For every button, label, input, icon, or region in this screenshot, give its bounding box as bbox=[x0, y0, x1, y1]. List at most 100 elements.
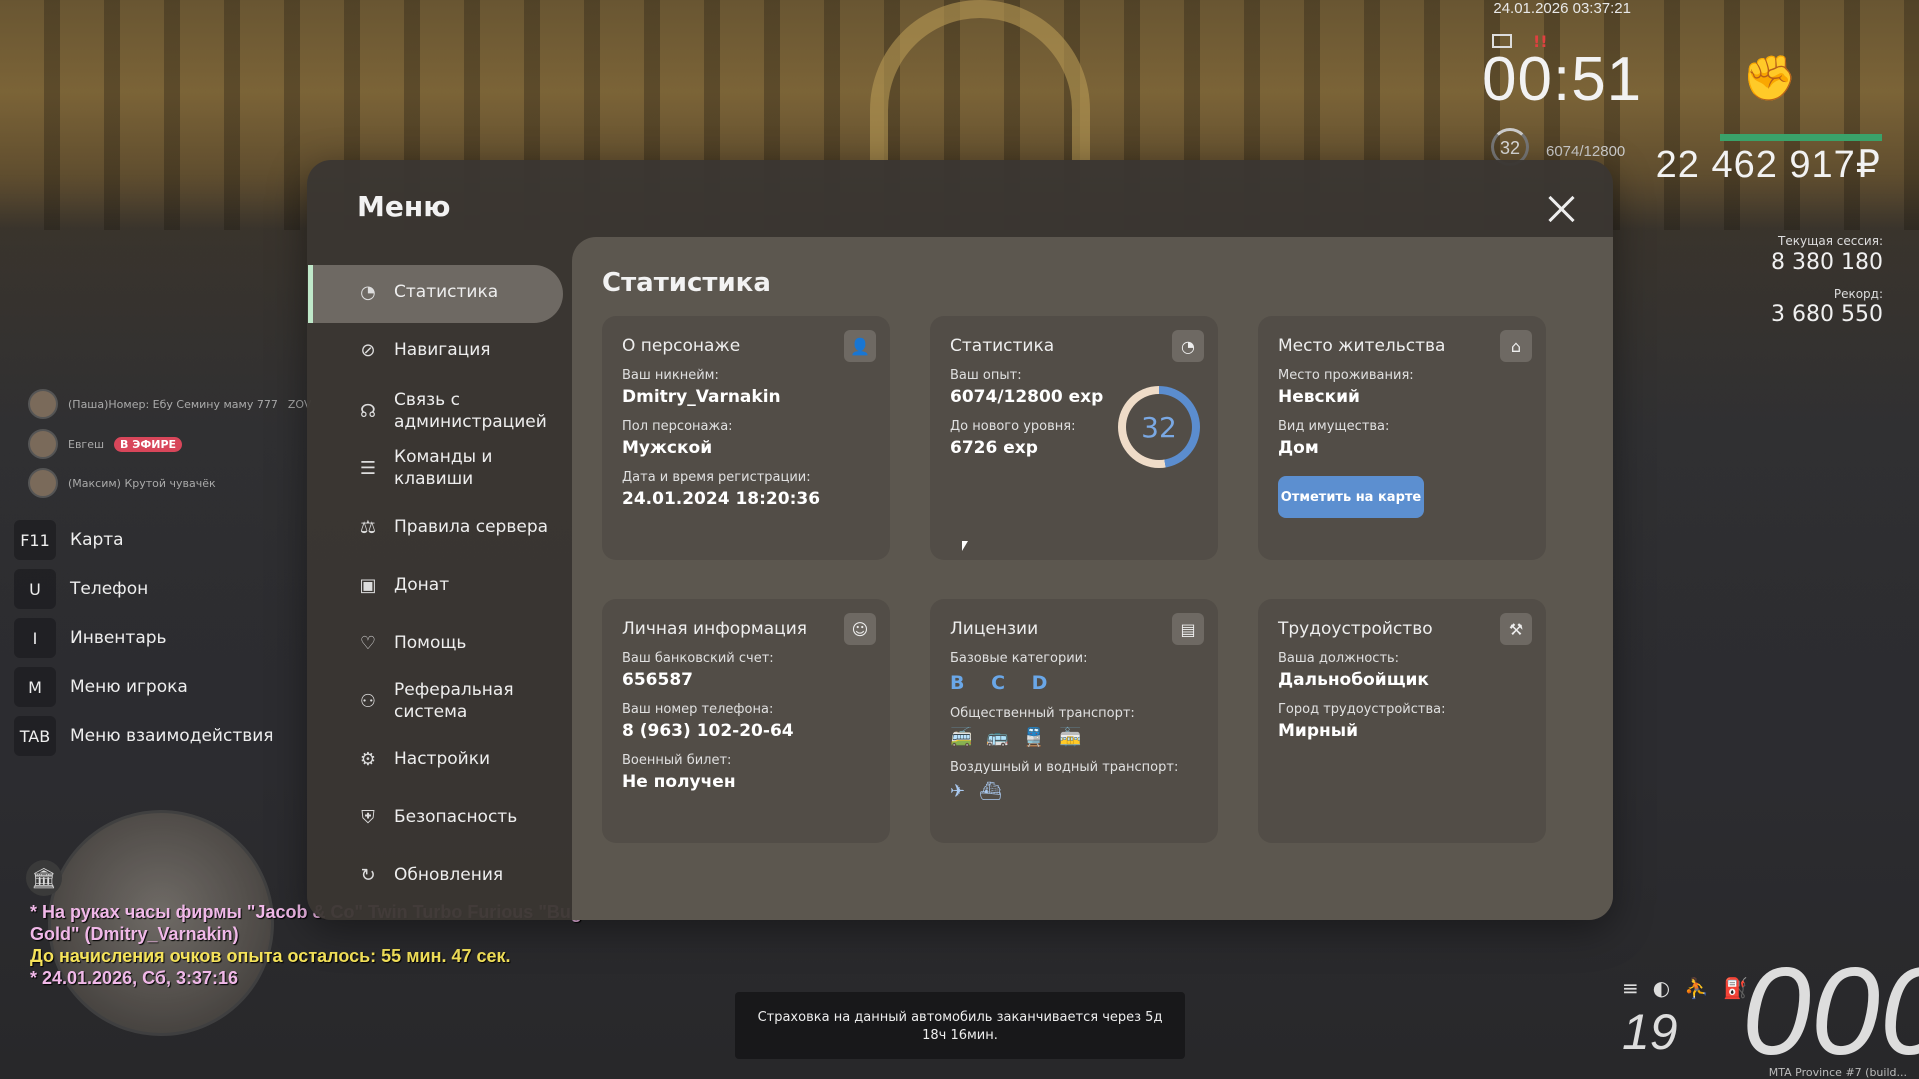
fist-icon: ✊ bbox=[1742, 53, 1797, 104]
voice-row: Евгеш В ЭФИРЕ bbox=[28, 428, 183, 460]
nav-label: Реферальная система bbox=[394, 680, 514, 722]
nav-item-donate[interactable]: ▣ Донат bbox=[356, 573, 554, 597]
chat-line: * 24.01.2026, Сб, 3:37:16 bbox=[30, 968, 239, 988]
field-label: Место проживания: bbox=[1278, 368, 1414, 383]
nickname-value: Dmitry_Varnakin bbox=[622, 387, 781, 407]
field-label: Ваш опыт: bbox=[950, 368, 1022, 383]
keybind-label: Карта bbox=[70, 530, 124, 550]
wallet-icon: ▣ bbox=[359, 574, 377, 596]
voice-name: Евгеш bbox=[68, 437, 105, 451]
notification-line: Страховка на данный автомобиль заканчива… bbox=[757, 1010, 1163, 1025]
keybind-phone[interactable]: U Телефон bbox=[14, 569, 148, 609]
hud-session-value: 8 380 180 bbox=[1771, 250, 1883, 275]
mouse-cursor bbox=[962, 541, 968, 551]
field-label: Ваша должность: bbox=[1278, 651, 1400, 666]
hud-record-label: Рекорд: bbox=[1833, 287, 1883, 301]
license-categories: B C D bbox=[950, 672, 1058, 694]
level-value: 32 bbox=[1126, 394, 1192, 460]
keybind-label: Телефон bbox=[70, 579, 149, 599]
card-statistics: Статистика ◔ Ваш опыт: 6074/12800 exp До… bbox=[930, 316, 1218, 560]
keybind-inventory[interactable]: I Инвентарь bbox=[14, 618, 167, 658]
nav-item-help[interactable]: ♡ Помощь bbox=[356, 631, 554, 655]
pie-chart-icon: ◔ bbox=[1172, 330, 1204, 362]
card-title: Место жительства bbox=[1278, 336, 1446, 356]
keybind-label: Инвентарь bbox=[70, 628, 167, 648]
field-label: Ваш номер телефона: bbox=[622, 702, 774, 717]
keybind-map[interactable]: F11 Карта bbox=[14, 520, 124, 560]
nav-label: Навигация bbox=[394, 340, 491, 360]
hud-timer: 00:51 bbox=[1482, 45, 1643, 114]
card-personal-info: Личная информация ☺ Ваш банковский счет:… bbox=[602, 599, 890, 843]
mark-on-map-button[interactable]: Отметить на карте bbox=[1278, 476, 1424, 518]
nav-item-navigation[interactable]: ⊘ Навигация bbox=[356, 338, 554, 362]
key-cap: U bbox=[14, 569, 56, 609]
job-city-value: Мирный bbox=[1278, 721, 1359, 741]
chat-line: Gold" (Dmitry_Varnakin) bbox=[30, 924, 239, 944]
voice-row: (Паша)Номер: Ебу Семину маму 777 ZOV bbox=[28, 388, 311, 420]
field-label: Город трудоустройства: bbox=[1278, 702, 1446, 717]
network-icon: ⚇ bbox=[359, 690, 377, 712]
insurance-notification: Страховка на данный автомобиль заканчива… bbox=[735, 992, 1185, 1059]
headset-icon: ☊ bbox=[360, 400, 376, 422]
close-button[interactable] bbox=[1544, 192, 1578, 226]
nav-item-security[interactable]: ⛨ Безопасность bbox=[356, 805, 554, 829]
pie-chart-icon: ◔ bbox=[360, 281, 376, 303]
nav-item-contact-admin[interactable]: ☊ Связь с администрацией bbox=[356, 389, 554, 433]
house-icon: ⌂ bbox=[1500, 330, 1532, 362]
avatar bbox=[28, 429, 58, 459]
nav-label: Обновления bbox=[394, 865, 504, 885]
user-icon: 👤 bbox=[844, 330, 876, 362]
nav-label: Связь с администрацией bbox=[394, 390, 547, 432]
build-info: MTA Province #7 (build... bbox=[1768, 1066, 1907, 1079]
card-title: О персонаже bbox=[622, 336, 741, 356]
nav-item-updates[interactable]: ↻ Обновления bbox=[356, 863, 554, 887]
position-value: Дальнобойщик bbox=[1278, 670, 1429, 690]
hud-session-label: Текущая сессия: bbox=[1778, 234, 1883, 248]
card-title: Личная информация bbox=[622, 619, 808, 639]
avatar bbox=[28, 389, 58, 419]
military-id-value: Не получен bbox=[622, 772, 736, 792]
key-cap: I bbox=[14, 618, 56, 658]
user-circle-icon: ☺ bbox=[844, 613, 876, 645]
field-label: Военный билет: bbox=[622, 753, 732, 768]
card-title: Статистика bbox=[950, 336, 1055, 356]
level-progress-ring: 32 bbox=[1118, 386, 1200, 468]
nav-label: Помощь bbox=[394, 633, 467, 653]
nav-item-settings[interactable]: ⚙ Настройки bbox=[356, 747, 554, 771]
hud-exp: 6074/12800 bbox=[1546, 143, 1626, 160]
air-water-transport-icons: ✈⛴ bbox=[950, 781, 1016, 802]
car-status-icons: ≡◐⛹⛽ bbox=[1622, 976, 1763, 1000]
nav-label: Донат bbox=[394, 575, 450, 595]
nav-item-referral[interactable]: ⚇ Реферальная система bbox=[356, 679, 554, 723]
keybind-label: Меню взаимодействия bbox=[70, 726, 274, 746]
bank-account-value: 656587 bbox=[622, 670, 693, 690]
voice-row: (Максим) Крутой чувачёк bbox=[28, 467, 216, 499]
nav-item-rules[interactable]: ⚖ Правила сервера bbox=[356, 515, 554, 539]
content-title: Статистика bbox=[602, 268, 771, 298]
shield-icon: ⛨ bbox=[361, 806, 375, 828]
gear-icon: ⚙ bbox=[359, 748, 377, 770]
card-character: О персонаже 👤 Ваш никнейм: Dmitry_Varnak… bbox=[602, 316, 890, 560]
field-label: Вид имущества: bbox=[1278, 419, 1390, 434]
heart-hand-icon: ♡ bbox=[359, 632, 377, 654]
hud-health-bar bbox=[1720, 134, 1882, 141]
gear-indicator: 19 bbox=[1622, 1004, 1678, 1060]
card-licenses: Лицензии ▤ Базовые категории: B C D Обще… bbox=[930, 599, 1218, 843]
hud-money: 22 462 917₽ bbox=[1655, 144, 1881, 186]
menu-title: Меню bbox=[357, 190, 451, 223]
gender-value: Мужской bbox=[622, 438, 713, 458]
nav-label: Статистика bbox=[394, 282, 499, 302]
card-residence: Место жительства ⌂ Место проживания: Нев… bbox=[1258, 316, 1546, 560]
voice-name: (Паша)Номер: Ебу Семину маму 777 bbox=[68, 397, 278, 411]
keybind-interaction-menu[interactable]: TAB Меню взаимодействия bbox=[14, 716, 274, 756]
keybind-label: Меню игрока bbox=[70, 677, 188, 697]
compass-icon: ⊘ bbox=[360, 339, 376, 361]
nav-item-commands[interactable]: ☰ Команды и клавиши bbox=[356, 446, 554, 490]
card-employment: Трудоустройство ⚒ Ваша должность: Дально… bbox=[1258, 599, 1546, 843]
nav-item-statistics[interactable]: ◔ Статистика bbox=[356, 280, 554, 304]
keybind-player-menu[interactable]: M Меню игрока bbox=[14, 667, 188, 707]
field-label: Общественный транспорт: bbox=[950, 706, 1135, 721]
residence-value: Невский bbox=[1278, 387, 1360, 407]
public-transport-icons: 🚎🚌🚆🚋 bbox=[950, 727, 1096, 748]
chat-line: До начисления очков опыта осталось: 55 м… bbox=[30, 946, 511, 966]
